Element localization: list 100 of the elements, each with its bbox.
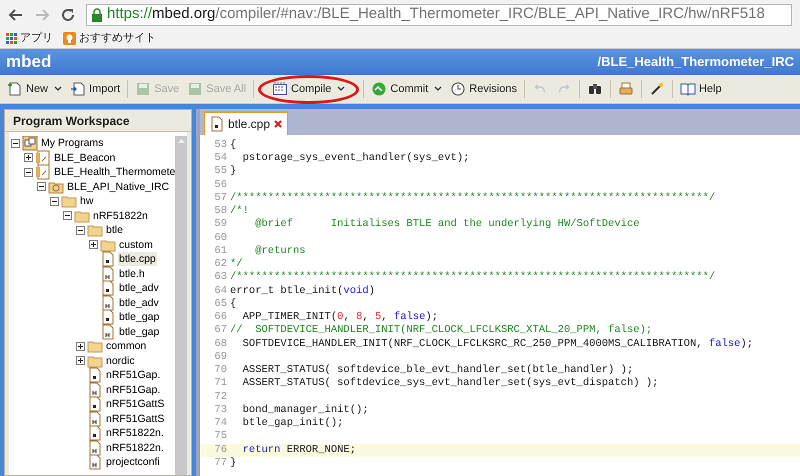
tree-item[interactable]: btle_gap	[118, 324, 160, 339]
tree-item[interactable]: nRF51Gap.	[105, 382, 162, 397]
collapse-toggle[interactable]	[11, 138, 20, 148]
address-bar[interactable]: https://mbed.org/compiler/#nav:/BLE_Health_Thermometer_IRC/BLE_API_Native_IRC/hw/nRF518	[86, 4, 792, 26]
bookmark-link[interactable]: アプリ	[20, 30, 53, 47]
tree-item[interactable]: btle_gap	[118, 310, 160, 324]
tree-item[interactable]: custom	[118, 238, 154, 252]
c-file-icon	[209, 116, 225, 132]
tree-item[interactable]: BLE_Health_Thermomete	[53, 165, 175, 180]
collapse-toggle[interactable]	[76, 226, 85, 235]
tree-item[interactable]: My Programs	[40, 136, 104, 150]
c-file-icon	[100, 280, 116, 296]
new-document-icon	[7, 81, 23, 97]
code-line: }	[230, 456, 236, 471]
expand-toggle[interactable]	[89, 240, 98, 250]
collapse-toggle[interactable]	[63, 211, 72, 220]
toolbar-button[interactable]: Import	[67, 78, 124, 100]
line-number: 61	[213, 244, 228, 259]
line-number: 55	[213, 164, 228, 180]
printer-icon	[618, 81, 634, 97]
tree-item[interactable]: nRF51822n.	[105, 426, 165, 440]
program-icon	[35, 150, 51, 166]
tree-item[interactable]: btle	[105, 223, 124, 238]
editor-tab[interactable]: btle.cpp	[204, 111, 288, 135]
h-file-icon	[87, 454, 103, 470]
line-number: 54	[213, 151, 228, 166]
bookmark-link[interactable]: おすすめサイト	[79, 30, 156, 47]
tree-item[interactable]: nRF51822n	[92, 208, 149, 223]
c-file-icon	[100, 309, 116, 326]
tree-item[interactable]: BLE_API_Native_IRC	[66, 180, 170, 194]
tree-item[interactable]: nRF51822n.	[105, 440, 165, 455]
tree-item[interactable]: BLE_Beacon	[53, 150, 116, 165]
code-line: {	[230, 296, 236, 312]
tree-item[interactable]: btle_adv	[118, 281, 160, 296]
reload-icon	[60, 6, 76, 22]
tree-item[interactable]: common	[105, 339, 148, 354]
line-number: 74	[213, 416, 228, 431]
tree-item[interactable]: nRF51GattS	[105, 412, 166, 426]
save-icon	[135, 81, 152, 97]
line-number: 77	[213, 456, 228, 471]
tree-item[interactable]: nRF51GattS	[105, 397, 166, 412]
toolbar-button[interactable]: Revisions	[447, 78, 520, 100]
code-line: APP_TIMER_INIT(0, 8, 5, false);	[242, 310, 438, 324]
toolbar-button[interactable]: Help	[676, 78, 725, 100]
collapse-toggle[interactable]	[50, 196, 59, 206]
code-line: @brief Initialises BTLE and the underlying HW/SoftDevice	[254, 217, 640, 232]
h-file-icon	[100, 324, 116, 340]
h-file-icon	[87, 440, 103, 456]
code-line: /*!	[230, 204, 249, 219]
toolbar-button[interactable]: Compile	[269, 78, 348, 100]
code-line: /***************************************************************************/	[230, 270, 716, 285]
line-number: 76	[213, 442, 228, 458]
h-file-icon	[100, 294, 116, 311]
collapse-toggle[interactable]	[37, 182, 46, 192]
code-line: return ERROR_NONE;	[242, 442, 356, 458]
code-line: // SOFTDEVICE_HANDLER_INIT(NRF_CLOCK_LFCLKSRC_XTAL_20_PPM, false);	[230, 323, 652, 338]
tree-item[interactable]: btle_adv	[118, 296, 160, 310]
c-file-icon	[87, 425, 103, 442]
line-number: 65	[213, 296, 228, 312]
expand-toggle[interactable]	[76, 356, 85, 366]
expand-toggle[interactable]	[24, 153, 33, 162]
save-all-icon	[187, 81, 204, 97]
lock-icon	[91, 8, 103, 22]
line-number: 62	[213, 257, 228, 272]
toolbar-button[interactable]: New	[4, 78, 66, 100]
line-number: 64	[213, 284, 228, 298]
url-text: https://mbed.org/compiler/#nav:/BLE_Health_Thermometer_IRC/BLE_API_Native_IRC/hw/nRF518	[107, 4, 765, 24]
line-number: 73	[213, 402, 228, 418]
tree-item[interactable]: nRF51Gap.	[105, 368, 162, 382]
tab-label: btle.cpp	[228, 116, 270, 133]
code-line: }	[230, 164, 236, 180]
tree-item[interactable]: nordic	[105, 354, 136, 368]
caret-icon	[337, 86, 346, 92]
tree-item[interactable]: btle.cpp	[118, 252, 157, 266]
line-number: 60	[213, 230, 228, 246]
scrollbar[interactable]	[175, 136, 187, 475]
code-line: ASSERT_STATUS( softdevice_ble_evt_handler_set(btle_handler) );	[242, 363, 634, 377]
collapse-toggle[interactable]	[24, 168, 33, 177]
toolbar-button[interactable]: Commit	[368, 78, 446, 100]
import-icon	[70, 81, 86, 97]
tree-item[interactable]: hw	[79, 194, 94, 208]
app-logo: mbed	[6, 51, 52, 74]
line-number: 66	[213, 310, 228, 325]
tree-item[interactable]: projectconfi	[105, 455, 161, 470]
h-file-icon	[87, 382, 103, 398]
line-number: 59	[213, 217, 228, 232]
c-file-icon	[87, 396, 103, 412]
tree-item[interactable]: btle.h	[118, 266, 146, 281]
line-number: 71	[213, 376, 228, 392]
code-line: SOFTDEVICE_HANDLER_INIT(NRF_CLOCK_LFCLKSRC_RC_250_PPM_4000MS_CALIBRATION, false);	[242, 336, 754, 352]
caret-icon	[434, 86, 442, 92]
c-file-icon	[100, 251, 116, 268]
line-number: 56	[213, 178, 228, 192]
clock-icon	[450, 81, 466, 97]
workspace-icon	[22, 136, 38, 152]
code-line: {	[230, 138, 236, 153]
code-line: /***************************************************************************/	[230, 190, 716, 205]
wand-icon	[648, 81, 665, 97]
expand-toggle[interactable]	[76, 342, 85, 351]
code-editor[interactable]	[200, 135, 800, 476]
